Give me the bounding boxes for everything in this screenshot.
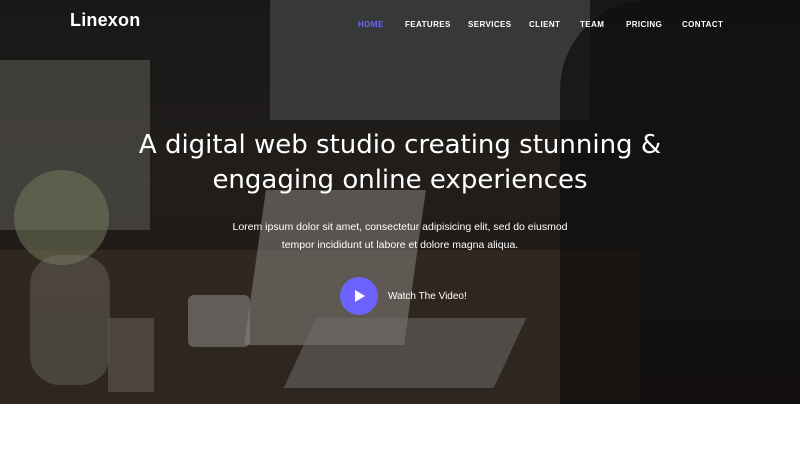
- hero-overlay: [0, 0, 800, 404]
- nav-item-home[interactable]: HOME: [358, 20, 384, 29]
- nav-item-pricing[interactable]: PRICING: [626, 20, 662, 29]
- nav-item-contact[interactable]: CONTACT: [682, 20, 723, 29]
- hero-headline: A digital web studio creating stunning &…: [0, 128, 800, 198]
- play-icon: [355, 290, 365, 302]
- brand-logo[interactable]: Linexon: [70, 10, 140, 31]
- headline-line-1: A digital web studio creating stunning &: [138, 130, 662, 160]
- hero-section: Linexon HOME FEATURES SERVICES CLIENT TE…: [0, 0, 800, 404]
- hero-subtext: Lorem ipsum dolor sit amet, consectetur …: [0, 218, 800, 254]
- play-button[interactable]: [340, 277, 378, 315]
- content-area: [0, 404, 800, 456]
- subtext-line-1: Lorem ipsum dolor sit amet, consectetur …: [232, 221, 568, 233]
- nav-item-services[interactable]: SERVICES: [468, 20, 512, 29]
- watch-video-button[interactable]: Watch The Video!: [340, 277, 467, 315]
- subtext-line-2: tempor incididunt ut labore et dolore ma…: [281, 239, 519, 251]
- nav-item-client[interactable]: CLIENT: [529, 20, 560, 29]
- watch-video-label[interactable]: Watch The Video!: [388, 291, 467, 302]
- nav-item-team[interactable]: TEAM: [580, 20, 604, 29]
- nav-item-features[interactable]: FEATURES: [405, 20, 451, 29]
- headline-line-2: engaging online experiences: [212, 165, 588, 195]
